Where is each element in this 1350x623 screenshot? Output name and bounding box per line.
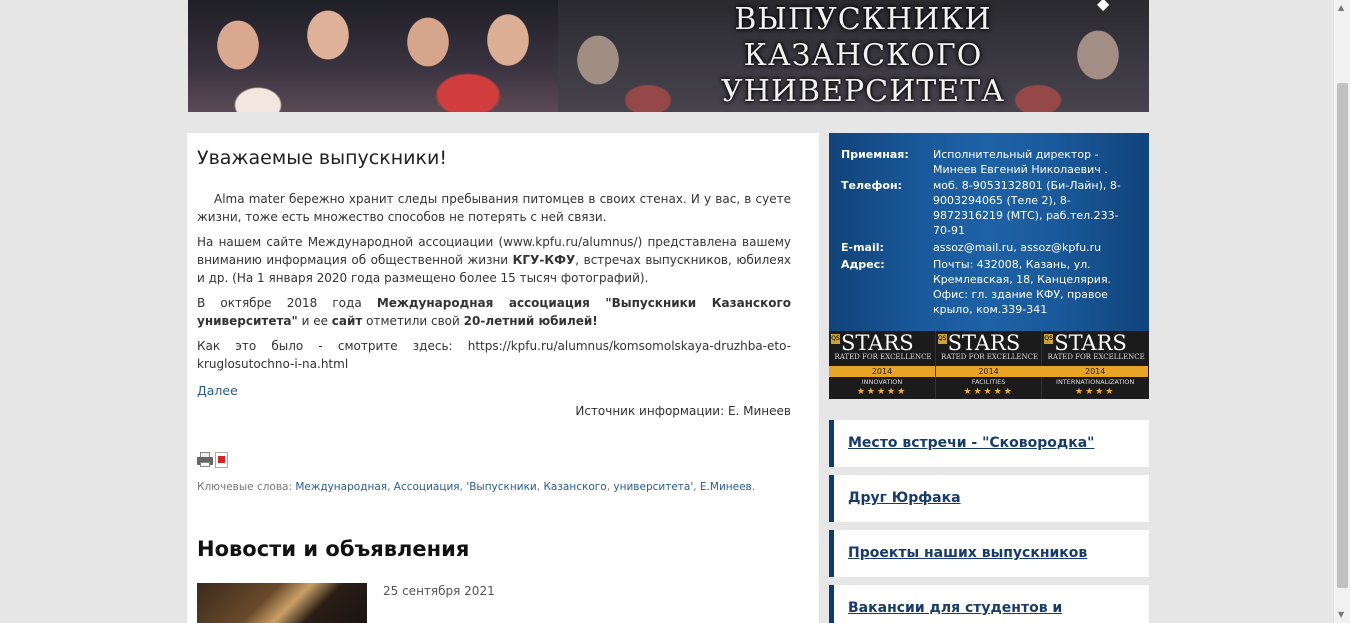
scrollbar-thumb[interactable] xyxy=(1337,83,1348,588)
news-date: 25 сентября 2021 xyxy=(383,584,495,598)
stars-word: STARS xyxy=(1054,331,1127,355)
qs-stars-banner[interactable]: QS STARS RATED FOR EXCELLENCE 2014 INNOV… xyxy=(829,331,1149,399)
keywords-label: Ключевые слова: xyxy=(197,481,296,493)
keywords: Ключевые слова: Международная, Ассоциаци… xyxy=(197,481,756,493)
contact-label: Приемная: xyxy=(841,148,909,161)
article-paragraph-4: Как это было - смотрите здесь: https://k… xyxy=(197,339,791,371)
contact-label: Телефон: xyxy=(841,179,902,192)
qs-logo: QS xyxy=(831,334,840,344)
stars-word: STARS xyxy=(841,331,914,355)
contact-row-address: Адрес: Почты: 432008, Казань, ул. Кремле… xyxy=(841,257,1141,317)
document-actions xyxy=(197,452,791,470)
keyword-link[interactable]: Е.Минеев xyxy=(700,481,752,493)
news-item[interactable]: 25 сентября 2021 xyxy=(197,583,791,623)
contact-box: Приемная: Исполнительный директор - Мине… xyxy=(829,133,1149,331)
scroll-up-arrow-icon[interactable]: ▲ xyxy=(1338,3,1344,12)
scroll-down-arrow-icon[interactable]: ▼ xyxy=(1338,610,1344,619)
p2-bold-kgu: КГУ-КФУ xyxy=(512,253,576,267)
banner-title: ВЫПУСКНИКИ КАЗАНСКОГО УНИВЕРСИТЕТА xyxy=(628,2,1098,110)
keyword-link[interactable]: университета' xyxy=(613,481,693,493)
stars-year: 2014 xyxy=(935,366,1042,377)
header-banner: ВЫПУСКНИКИ КАЗАНСКОГО УНИВЕРСИТЕТА ◆ xyxy=(188,0,1149,112)
star-rating-icon: ★★★★ xyxy=(1075,387,1116,397)
star-rating-icon: ★★★★★ xyxy=(856,387,908,397)
graduates-photo-left xyxy=(188,0,558,112)
pdf-icon[interactable] xyxy=(215,452,228,468)
article-paragraph-3: В октябре 2018 года Международная ассоци… xyxy=(197,294,791,330)
read-more-link[interactable]: Далее xyxy=(197,383,238,398)
keyword-link[interactable]: Международная xyxy=(295,481,387,493)
p3-bold-site: сайт xyxy=(331,314,363,328)
diamond-icon: ◆ xyxy=(1097,0,1110,13)
contact-row-email: E-mail: assoz@mail.ru, assoz@kpfu.ru xyxy=(841,240,1141,255)
print-icon[interactable] xyxy=(197,452,213,467)
stars-rated: RATED FOR EXCELLENCE xyxy=(834,353,932,361)
banner-title-line1: ВЫПУСКНИКИ КАЗАНСКОГО xyxy=(734,2,992,73)
star-rating-icon: ★★★★★ xyxy=(963,387,1014,397)
keyword-link[interactable]: Ассоциация xyxy=(394,481,460,493)
keyword-link[interactable]: 'Выпускники xyxy=(466,481,536,493)
sidebar-link-projects[interactable]: Проекты наших выпускников xyxy=(829,530,1149,577)
stars-year: 2014 xyxy=(1042,366,1149,377)
stars-cell-innovation: QS STARS RATED FOR EXCELLENCE 2014 INNOV… xyxy=(829,331,936,399)
article-body: Alma mater бережно хранит следы пребыван… xyxy=(197,190,791,418)
p3-text-e: отметили свой xyxy=(362,314,464,328)
contact-row-reception: Приемная: Исполнительный директор - Мине… xyxy=(841,147,1141,177)
contact-label: E-mail: xyxy=(841,241,884,254)
sidebar-link-vacancies[interactable]: Вакансии для студентов и выпускников xyxy=(829,585,1149,623)
qs-logo: QS xyxy=(1044,334,1054,344)
main-content: Уважаемые выпускники! Alma mater бережно… xyxy=(187,133,819,623)
banner-title-line2: УНИВЕРСИТЕТА xyxy=(721,74,1005,109)
p3-bold-jubilee: 20-летний юбилей! xyxy=(463,314,598,328)
news-heading: Новости и объявления xyxy=(197,537,470,561)
contact-value[interactable]: assoz@mail.ru, assoz@kpfu.ru xyxy=(933,240,1129,255)
keyword-link[interactable]: Казанского xyxy=(543,481,606,493)
article-paragraph-2: На нашем сайте Международной ассоциации … xyxy=(197,233,791,287)
article-source: Источник информации: Е. Минеев xyxy=(575,404,791,418)
stars-category: INNOVATION xyxy=(861,378,903,386)
article-paragraph-1: Alma mater бережно хранит следы пребыван… xyxy=(197,192,791,224)
stars-cell-facilities: QS STARS RATED FOR EXCELLENCE 2014 FACIL… xyxy=(935,331,1043,399)
stars-category: INTERNATIONALIZATION xyxy=(1056,378,1135,386)
contact-value: Исполнительный директор - Минеев Евгений… xyxy=(933,148,1108,176)
sidebar-link-drug-yurfaka[interactable]: Друг Юрфака xyxy=(829,475,1149,522)
contact-value: Почты: 432008, Казань, ул. Кремлевская, … xyxy=(933,258,1112,316)
sidebar-link-skovorodka[interactable]: Место встречи - "Сковородка" xyxy=(829,420,1149,467)
stars-rated: RATED FOR EXCELLENCE xyxy=(1047,353,1145,361)
stars-category: FACILITIES xyxy=(971,378,1006,386)
article-title: Уважаемые выпускники! xyxy=(197,147,447,169)
stars-rated: RATED FOR EXCELLENCE xyxy=(941,353,1039,361)
stars-year: 2014 xyxy=(829,366,935,377)
contact-value: моб. 8-9053132801 (Би-Лайн), 8-900329406… xyxy=(933,179,1121,237)
vertical-scrollbar[interactable]: ▲ ▼ xyxy=(1333,0,1350,623)
qs-logo: QS xyxy=(937,334,947,344)
p3-text-a: В октябре 2018 года xyxy=(197,296,377,310)
stars-cell-internationalization: QS STARS RATED FOR EXCELLENCE 2014 INTER… xyxy=(1042,331,1149,399)
contact-row-phone: Телефон: моб. 8-9053132801 (Би-Лайн), 8-… xyxy=(841,178,1141,238)
contact-label: Адрес: xyxy=(841,258,885,271)
p3-text-c: и ее xyxy=(297,314,332,328)
stars-word: STARS xyxy=(947,331,1021,355)
news-thumbnail[interactable] xyxy=(197,583,367,623)
